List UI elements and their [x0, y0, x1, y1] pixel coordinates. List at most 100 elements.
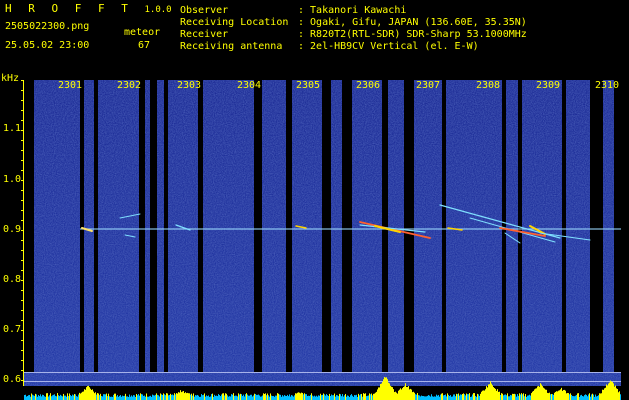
activity-bar: [107, 396, 108, 400]
activity-bar: [32, 394, 33, 400]
activity-bar: [119, 395, 120, 400]
activity-bar: [523, 393, 524, 400]
activity-bar: [499, 391, 500, 400]
activity-bar: [494, 388, 495, 400]
activity-bar: [421, 395, 422, 400]
activity-bar: [117, 395, 118, 400]
activity-bar: [466, 393, 467, 400]
time-gap: [150, 80, 157, 372]
activity-bar: [183, 390, 184, 400]
activity-bar: [385, 377, 386, 400]
activity-bar: [604, 388, 605, 400]
activity-bar: [449, 396, 450, 400]
activity-bar: [584, 395, 585, 400]
activity-bar: [298, 392, 299, 400]
activity-bar: [259, 395, 260, 400]
activity-bar: [565, 390, 566, 400]
activity-bar: [273, 396, 274, 400]
activity-bar: [429, 395, 430, 400]
activity-bar: [484, 390, 485, 400]
activity-bar: [334, 393, 335, 400]
activity-bar: [95, 392, 96, 400]
activity-bar: [432, 396, 433, 400]
activity-bar: [608, 383, 609, 400]
activity-bar: [473, 393, 474, 400]
time-gap: [24, 80, 34, 372]
activity-bar: [507, 393, 508, 400]
activity-bar: [585, 394, 586, 400]
activity-bar: [379, 387, 380, 400]
activity-bar: [74, 393, 75, 400]
activity-bar: [149, 396, 150, 400]
activity-bar: [571, 394, 572, 400]
activity-bar: [478, 394, 479, 400]
activity-bar: [156, 393, 157, 400]
y-tick-label: 1.1: [3, 123, 22, 134]
time-gap: [442, 80, 446, 372]
activity-bar: [77, 396, 78, 400]
activity-bar: [194, 396, 195, 400]
activity-bar: [182, 391, 183, 400]
activity-bar: [497, 389, 498, 400]
activity-bar: [96, 394, 97, 400]
activity-bar: [463, 393, 464, 400]
activity-bar: [557, 391, 558, 400]
activity-bar: [510, 394, 511, 400]
activity-bar: [602, 389, 603, 400]
activity-bar: [266, 395, 267, 400]
activity-bar: [216, 395, 217, 400]
activity-bar: [606, 384, 607, 400]
activity-bar: [154, 395, 155, 400]
time-gap: [139, 80, 145, 372]
activity-bar: [140, 393, 141, 400]
activity-bar: [310, 394, 311, 400]
activity-bar: [175, 394, 176, 400]
activity-bar: [517, 394, 518, 400]
activity-bar: [525, 393, 526, 400]
time-gap: [562, 80, 566, 372]
activity-bar: [537, 386, 538, 400]
activity-bar: [91, 389, 92, 400]
activity-bar: [125, 393, 126, 400]
activity-bar: [567, 392, 568, 400]
activity-bar: [558, 390, 559, 400]
activity-bar: [489, 384, 490, 400]
activity-bar: [170, 393, 171, 400]
activity-bar: [364, 393, 365, 400]
activity-bar: [139, 395, 140, 400]
activity-bar: [123, 396, 124, 400]
activity-bar: [280, 394, 281, 400]
activity-bar: [495, 388, 496, 400]
activity-bar: [174, 393, 175, 400]
activity-bar: [365, 393, 366, 400]
activity-bar: [612, 382, 613, 400]
activity-bar: [474, 393, 475, 400]
activity-bar: [203, 394, 204, 400]
activity-bar: [238, 393, 239, 400]
activity-bar: [131, 395, 132, 400]
activity-bar: [142, 394, 143, 400]
activity-bar: [539, 386, 540, 400]
image-filename: 2505022300.png: [5, 21, 90, 32]
activity-bar: [409, 389, 410, 400]
time-gap: [286, 80, 292, 372]
activity-bar: [372, 395, 373, 400]
x-tick-label: 2307: [416, 80, 441, 91]
activity-bar: [527, 395, 528, 400]
activity-bar: [366, 396, 367, 400]
activity-bar: [168, 395, 169, 400]
app-version: 1.0.0: [144, 5, 172, 15]
activity-bar: [237, 396, 238, 400]
activity-bar: [450, 395, 451, 400]
activity-bar: [414, 392, 415, 400]
activity-bar: [36, 394, 37, 400]
activity-bar: [430, 396, 431, 400]
activity-bar: [73, 395, 74, 400]
x-tick-label: 2309: [536, 80, 561, 91]
activity-bar: [250, 394, 251, 400]
activity-bar: [184, 393, 185, 400]
activity-bar: [402, 388, 403, 400]
activity-bar: [547, 392, 548, 400]
activity-bar: [287, 394, 288, 400]
info-value-antenna: : 2el-HB9CV Vertical (el. E-W): [298, 41, 479, 52]
